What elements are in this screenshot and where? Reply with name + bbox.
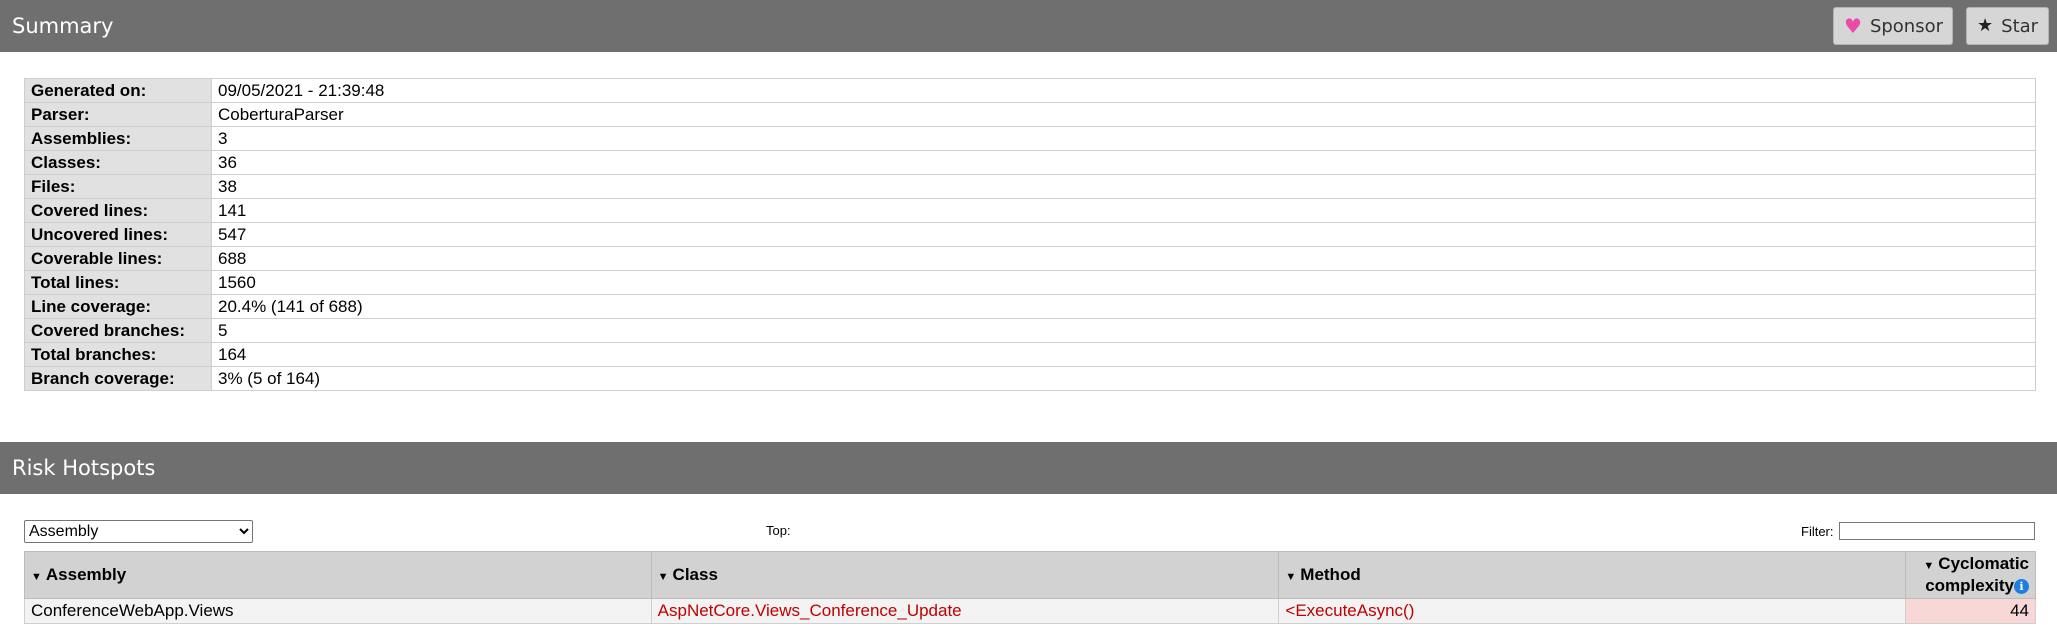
filter-input[interactable] — [1839, 522, 2035, 540]
summary-label: Branch coverage: — [24, 366, 212, 391]
column-header-assembly[interactable]: ▼ Assembly — [24, 551, 652, 599]
sort-down-icon: ▼ — [657, 571, 669, 583]
sponsor-button[interactable]: ♥ Sponsor — [1833, 7, 1953, 45]
summary-value: 141 — [211, 198, 2036, 223]
filter-label: Filter: — [1801, 524, 1834, 539]
summary-row: Covered branches: 5 — [24, 318, 2036, 343]
summary-label: Files: — [24, 174, 212, 199]
summary-value: 547 — [211, 222, 2036, 247]
summary-row: Classes: 36 — [24, 150, 2036, 175]
summary-value: 688 — [211, 246, 2036, 271]
column-header-cc-line1: Cyclomatic — [1938, 554, 2029, 573]
summary-value: 20.4% (141 of 688) — [211, 294, 2036, 319]
info-icon[interactable]: i — [2014, 579, 2029, 595]
risk-header-row: ▼ Assembly ▼ Class ▼ Method ▼ Cyclomatic com… — [24, 551, 2037, 599]
summary-value: 36 — [211, 150, 2036, 175]
summary-row: Line coverage: 20.4% (141 of 688) — [24, 294, 2036, 319]
summary-header: Summary — [0, 0, 2057, 52]
summary-row: Total lines: 1560 — [24, 270, 2036, 295]
summary-label: Covered lines: — [24, 198, 212, 223]
sort-down-icon: ▼ — [1923, 560, 1935, 572]
summary-value: 5 — [211, 318, 2036, 343]
column-header-cyclomatic-complexity[interactable]: ▼ Cyclomatic complexity i — [1904, 551, 2037, 599]
summary-label: Parser: — [24, 102, 212, 127]
summary-label: Covered branches: — [24, 318, 212, 343]
sponsor-label: Sponsor — [1869, 15, 1944, 37]
column-header-assembly-label: Assembly — [45, 565, 127, 584]
cell-complexity: 44 — [1904, 598, 2037, 624]
column-header-cc-line2: complexity — [1925, 576, 2014, 595]
summary-label: Generated on: — [24, 78, 212, 103]
column-header-class[interactable]: ▼ Class — [650, 551, 1280, 599]
summary-label: Total lines: — [24, 270, 212, 295]
summary-value: 3% (5 of 164) — [211, 366, 2036, 391]
sort-down-icon: ▼ — [31, 571, 42, 583]
summary-label: Total branches: — [24, 342, 212, 367]
summary-label: Classes: — [24, 150, 212, 175]
summary-value: 164 — [211, 342, 2036, 367]
summary-row: Parser: CoberturaParser — [24, 102, 2036, 127]
summary-value: 38 — [211, 174, 2036, 199]
summary-row: Files: 38 — [24, 174, 2036, 199]
sort-down-icon: ▼ — [1285, 571, 1297, 583]
summary-value: CoberturaParser — [211, 102, 2036, 127]
heart-icon: ♥ — [1844, 14, 1862, 38]
summary-value: 09/05/2021 - 21:39:48 — [211, 78, 2036, 103]
cell-method-link[interactable]: <ExecuteAsync() — [1278, 598, 1906, 624]
star-icon: ★ — [1977, 15, 1994, 36]
column-header-method-label: Method — [1300, 565, 1361, 584]
cell-assembly: ConferenceWebApp.Views — [24, 598, 652, 624]
column-header-method[interactable]: ▼ Method — [1278, 551, 1906, 599]
summary-row: Assemblies: 3 — [24, 126, 2036, 151]
summary-row: Coverable lines: 688 — [24, 246, 2036, 271]
summary-label: Line coverage: — [24, 294, 212, 319]
summary-label: Assemblies: — [24, 126, 212, 151]
summary-row: Generated on: 09/05/2021 - 21:39:48 — [24, 78, 2036, 103]
summary-row: Uncovered lines: 547 — [24, 222, 2036, 247]
group-by-select[interactable]: Assembly — [24, 520, 253, 543]
summary-label: Coverable lines: — [24, 246, 212, 271]
summary-label: Uncovered lines: — [24, 222, 212, 247]
summary-value: 1560 — [211, 270, 2036, 295]
table-row: ConferenceWebApp.Views AspNetCore.Views_… — [24, 598, 2037, 624]
column-header-class-label: Class — [672, 565, 718, 584]
top-label: Top: — [766, 523, 791, 538]
risk-hotspots-header: Risk Hotspots — [0, 442, 2057, 494]
star-button[interactable]: ★ Star — [1966, 7, 2049, 45]
risk-hotspots-table: ▼ Assembly ▼ Class ▼ Method ▼ Cyclomatic com… — [24, 551, 2037, 624]
summary-title: Summary — [12, 14, 114, 38]
summary-table: Generated on: 09/05/2021 - 21:39:48 Parse… — [24, 78, 2036, 391]
summary-row: Covered lines: 141 — [24, 198, 2036, 223]
cell-class-link[interactable]: AspNetCore.Views_Conference_Update — [650, 598, 1280, 624]
summary-row: Branch coverage: 3% (5 of 164) — [24, 366, 2036, 391]
risk-hotspots-title: Risk Hotspots — [12, 456, 156, 480]
summary-row: Total branches: 164 — [24, 342, 2036, 367]
star-label: Star — [2001, 15, 2039, 37]
summary-value: 3 — [211, 126, 2036, 151]
